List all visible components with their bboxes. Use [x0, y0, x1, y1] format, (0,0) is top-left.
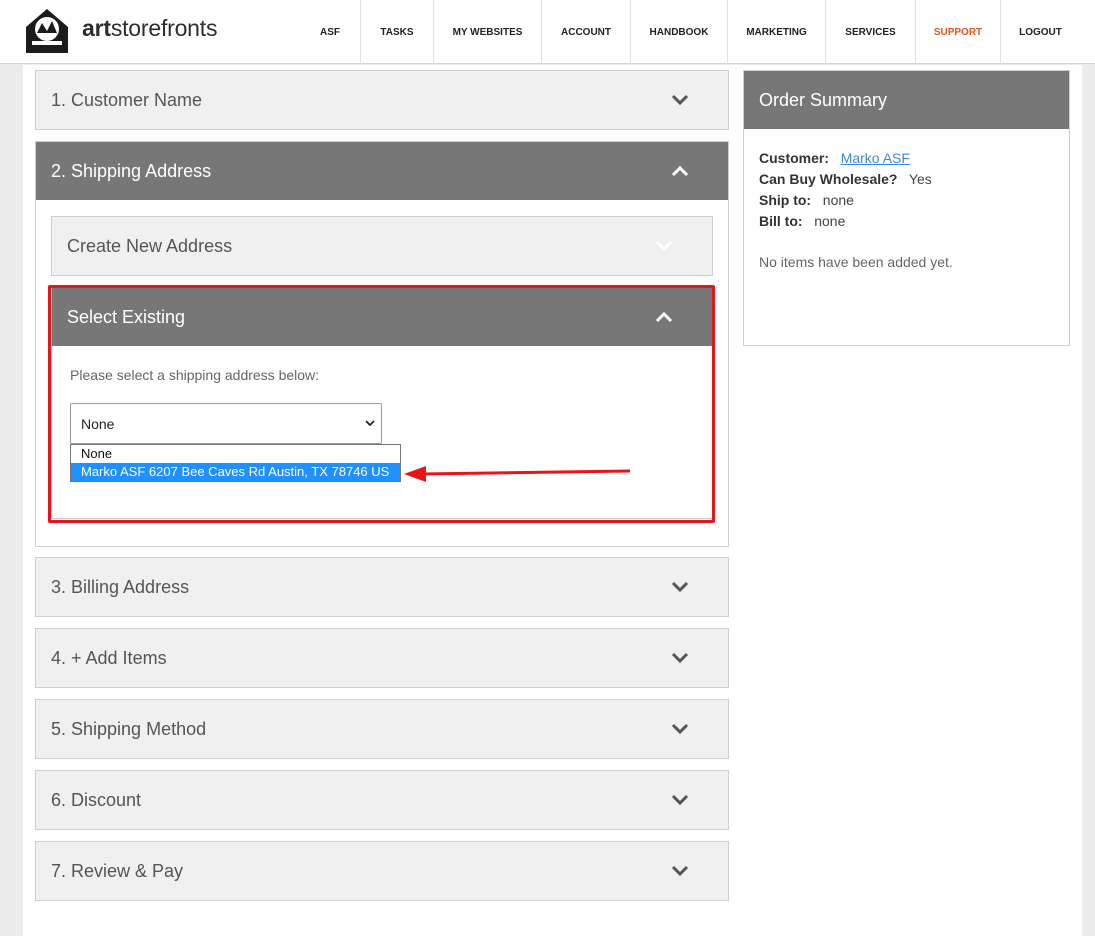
brand-name[interactable]: artstorefronts — [82, 15, 217, 42]
summary-customer: Customer: Marko ASF — [759, 150, 910, 166]
step-discount: 6. Discount — [35, 770, 729, 830]
chevron-down-icon — [671, 723, 689, 735]
step-add-items-header[interactable]: 4. + Add Items — [36, 629, 728, 687]
step-shipping-address-header[interactable]: 2. Shipping Address — [36, 142, 728, 200]
nav-tasks[interactable]: TASKS — [360, 0, 433, 64]
chevron-down-icon — [671, 581, 689, 593]
nav-support[interactable]: SUPPORT — [915, 0, 1000, 64]
chevron-down-icon — [671, 865, 689, 877]
top-navigation-bar: artstorefronts ASF TASKS MY WEBSITES ACCOUN… — [0, 0, 1095, 64]
step-review-pay-title: 7. Review & Pay — [51, 860, 184, 881]
nav-marketing[interactable]: MARKETING — [727, 0, 825, 64]
nav-my-websites[interactable]: MY WEBSITES — [433, 0, 541, 64]
chevron-up-icon — [671, 165, 689, 177]
brand-rest: storefronts — [110, 15, 218, 41]
nav-services[interactable]: SERVICES — [825, 0, 915, 64]
brand-art: art — [82, 15, 111, 41]
chevron-down-icon — [671, 794, 689, 806]
summary-ship-value: none — [822, 192, 854, 208]
chevron-down-icon — [671, 94, 689, 106]
chevron-down-icon — [655, 240, 673, 252]
summary-ship-label: Ship to: — [759, 192, 812, 208]
annotation-arrow — [404, 466, 631, 482]
create-new-address-title: Create New Address — [67, 235, 233, 256]
step-billing-address-header[interactable]: 3. Billing Address — [36, 558, 728, 616]
highlight-box — [48, 285, 715, 523]
step-discount-header[interactable]: 6. Discount — [36, 771, 728, 829]
main-nav: ASF TASKS MY WEBSITES ACCOUNT HANDBOOK MARKET… — [300, 0, 1080, 64]
summary-wholesale: Can Buy Wholesale? Yes — [759, 171, 932, 187]
nav-logout[interactable]: LOGOUT — [1000, 0, 1080, 64]
summary-bill-label: Bill to: — [759, 213, 803, 229]
step-customer-name: 1. Customer Name — [35, 70, 729, 130]
order-summary-title: Order Summary — [759, 89, 888, 110]
order-summary-panel: Order Summary — [743, 70, 1070, 346]
chevron-down-icon — [671, 652, 689, 664]
summary-customer-label: Customer: — [759, 150, 830, 166]
summary-bill-to: Bill to: none — [759, 213, 845, 229]
step-shipping-address-title: 2. Shipping Address — [51, 160, 212, 181]
step-billing-address: 3. Billing Address — [35, 557, 729, 617]
summary-wholesale-value: Yes — [908, 171, 932, 187]
create-new-address-panel: Create New Address — [51, 216, 713, 276]
step-shipping-method-header[interactable]: 5. Shipping Method — [36, 700, 728, 758]
step-shipping-method-title: 5. Shipping Method — [51, 718, 207, 739]
step-review-pay-header[interactable]: 7. Review & Pay — [36, 842, 728, 900]
nav-account[interactable]: ACCOUNT — [541, 0, 630, 64]
step-customer-name-title: 1. Customer Name — [51, 89, 203, 110]
step-add-items-title: 4. + Add Items — [51, 647, 167, 668]
step-customer-name-header[interactable]: 1. Customer Name — [36, 71, 728, 129]
step-discount-title: 6. Discount — [51, 789, 142, 810]
artstorefronts-logo[interactable] — [22, 7, 72, 55]
summary-empty-note: No items have been added yet. — [759, 254, 953, 270]
nav-asf[interactable]: ASF — [300, 0, 360, 64]
summary-customer-link[interactable]: Marko ASF — [841, 150, 910, 166]
nav-handbook[interactable]: HANDBOOK — [630, 0, 727, 64]
step-review-pay: 7. Review & Pay — [35, 841, 729, 901]
step-shipping-method: 5. Shipping Method — [35, 699, 729, 759]
summary-bill-value: none — [814, 213, 846, 229]
create-new-address-header[interactable]: Create New Address — [52, 217, 712, 275]
step-add-items: 4. + Add Items — [35, 628, 729, 688]
order-summary-header: Order Summary — [744, 71, 1069, 129]
summary-wholesale-label: Can Buy Wholesale? — [759, 171, 898, 187]
step-billing-address-title: 3. Billing Address — [51, 576, 190, 597]
summary-ship-to: Ship to: none — [759, 192, 854, 208]
